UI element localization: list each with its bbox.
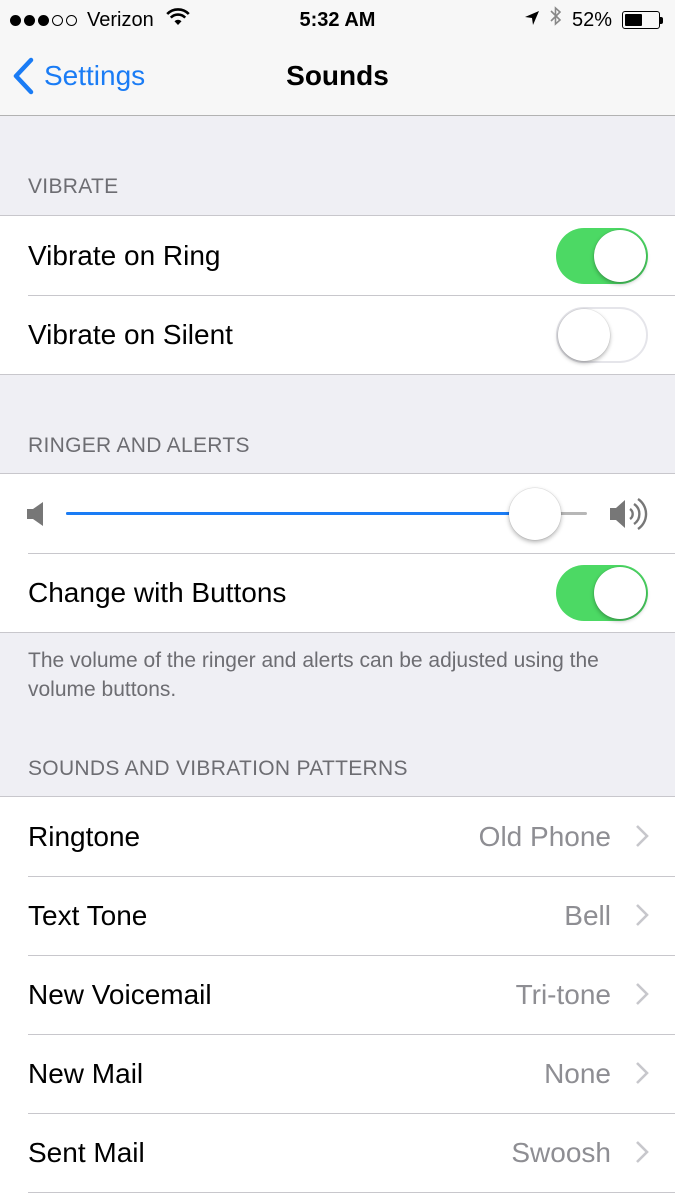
ringtone-row[interactable]: Ringtone Old Phone bbox=[0, 797, 675, 876]
status-bar: Verizon 5:32 AM 52% bbox=[0, 0, 675, 40]
row-value: Tri-tone bbox=[515, 979, 611, 1010]
row-value: Old Phone bbox=[478, 821, 611, 852]
next-row-partial bbox=[0, 1192, 675, 1200]
section-header-vibrate: VIBRATE bbox=[28, 175, 119, 198]
row-label: Ringtone bbox=[28, 821, 141, 852]
status-right: 52% bbox=[524, 0, 663, 40]
sent-mail-row[interactable]: Sent Mail Swoosh bbox=[0, 1113, 675, 1192]
volume-slider-thumb[interactable] bbox=[508, 488, 561, 540]
text-tone-row[interactable]: Text Tone Bell bbox=[0, 876, 675, 955]
volume-high-icon bbox=[609, 494, 649, 539]
vibrate-on-ring-row: Vibrate on Ring bbox=[0, 216, 675, 295]
change-with-buttons-toggle[interactable] bbox=[556, 565, 648, 621]
bluetooth-icon bbox=[550, 0, 562, 40]
location-arrow-icon bbox=[524, 0, 540, 40]
vibrate-on-silent-toggle[interactable] bbox=[556, 307, 648, 363]
page-title: Sounds bbox=[286, 60, 389, 91]
chevron-right-icon bbox=[636, 1141, 649, 1163]
vibrate-group: Vibrate on Ring Vibrate on Silent bbox=[0, 215, 675, 375]
battery-icon bbox=[622, 11, 663, 29]
row-label: New Mail bbox=[28, 1058, 144, 1089]
ringer-footnote: The volume of the ringer and alerts can … bbox=[28, 649, 599, 701]
navigation-bar: Settings Sounds bbox=[0, 40, 675, 116]
vibrate-on-ring-toggle[interactable] bbox=[556, 228, 648, 284]
volume-low-icon bbox=[26, 500, 46, 533]
ringer-group: Change with Buttons bbox=[0, 473, 675, 633]
row-value: Bell bbox=[564, 900, 611, 931]
chevron-right-icon bbox=[636, 904, 649, 926]
new-mail-row[interactable]: New Mail None bbox=[0, 1034, 675, 1113]
row-value: None bbox=[544, 1058, 611, 1089]
row-label: Change with Buttons bbox=[28, 577, 287, 608]
battery-percent: 52% bbox=[571, 9, 612, 31]
change-with-buttons-row: Change with Buttons bbox=[0, 553, 675, 632]
row-label: Vibrate on Silent bbox=[28, 319, 233, 350]
new-voicemail-row[interactable]: New Voicemail Tri-tone bbox=[0, 955, 675, 1034]
row-label: Vibrate on Ring bbox=[28, 240, 221, 271]
section-header-sounds: SOUNDS AND VIBRATION PATTERNS bbox=[28, 757, 408, 780]
row-value: Swoosh bbox=[511, 1137, 611, 1168]
row-label: New Voicemail bbox=[28, 979, 212, 1010]
vibrate-on-silent-row: Vibrate on Silent bbox=[0, 295, 675, 374]
row-label: Sent Mail bbox=[28, 1137, 145, 1168]
chevron-right-icon bbox=[636, 983, 649, 1005]
row-label: Text Tone bbox=[28, 900, 148, 931]
section-header-ringer: RINGER AND ALERTS bbox=[28, 434, 250, 457]
sounds-group: Ringtone Old Phone Text Tone Bell New Vo… bbox=[0, 796, 675, 1200]
volume-slider-row bbox=[0, 474, 675, 553]
sounds-settings-screen: Verizon 5:32 AM 52% Settings Sounds VIBR… bbox=[0, 0, 675, 1200]
chevron-right-icon bbox=[636, 1062, 649, 1084]
chevron-right-icon bbox=[636, 825, 649, 847]
